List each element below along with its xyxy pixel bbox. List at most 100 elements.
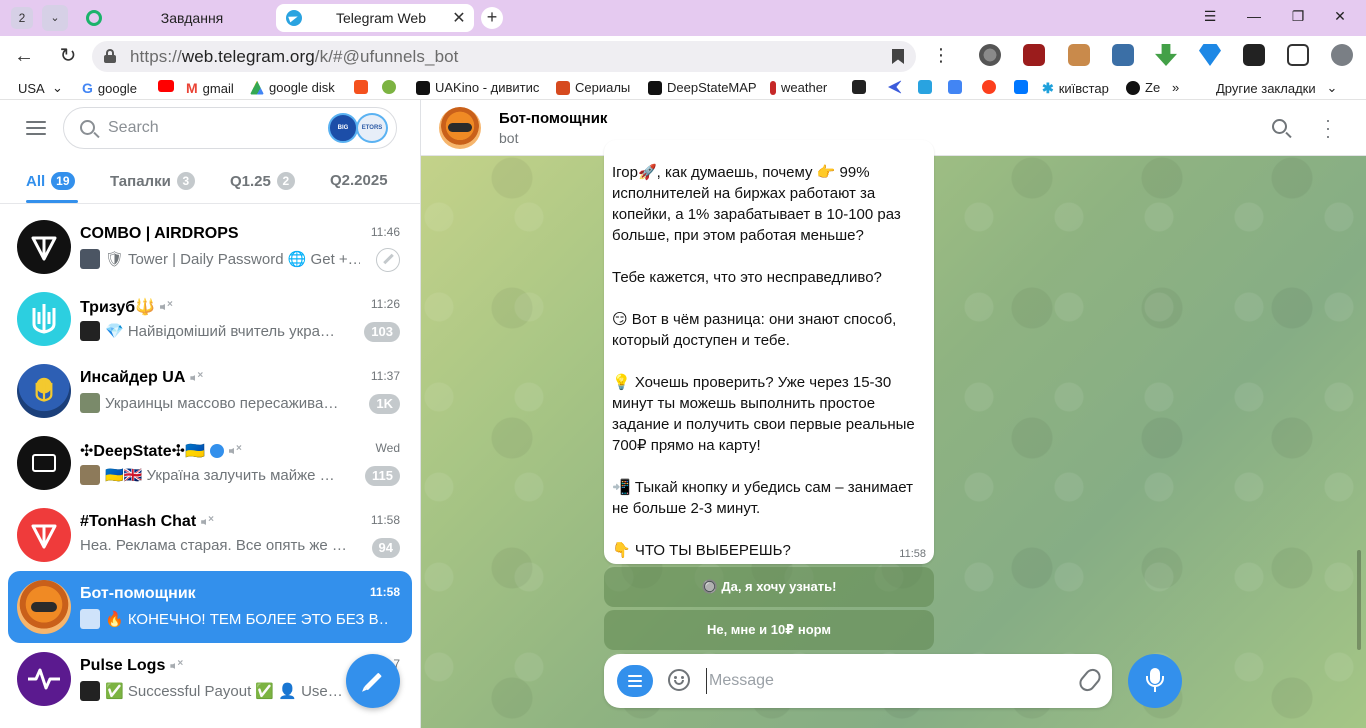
chat-row-insider-ua[interactable]: Инсайдер UA 11:37 Украинцы массово перес… — [8, 355, 412, 427]
bookmark-ze[interactable]: Ze — [1126, 80, 1160, 95]
close-window-icon[interactable]: ✕ — [1330, 8, 1350, 25]
bookmark-youtube[interactable] — [158, 80, 179, 92]
bookmark-icon[interactable] — [892, 49, 904, 64]
bookmark-other[interactable]: Другие закладки ⌄ — [1216, 80, 1337, 96]
unread-badge: 115 — [365, 466, 400, 486]
search-icon — [80, 120, 95, 135]
unread-badge: 1K — [369, 394, 400, 414]
diamond-extension-icon[interactable] — [1199, 44, 1221, 66]
cookie-extension-icon[interactable] — [1068, 44, 1090, 66]
chat-subtitle: bot — [499, 130, 519, 146]
muted-icon — [190, 370, 204, 383]
bookmark-uakino[interactable]: UAKino - дивитис — [416, 80, 539, 95]
chat-name: COMBO | AIRDROPS — [80, 225, 239, 242]
bookmark-translate[interactable] — [948, 80, 967, 94]
chat-row-tonhash[interactable]: #TonHash Chat 11:58 Hea. Реклама старая.… — [8, 499, 412, 571]
tab-q1-25[interactable]: Q1.25 2 — [230, 172, 295, 190]
restore-icon[interactable]: ❐ — [1288, 8, 1308, 25]
bookmark-star[interactable] — [382, 80, 401, 94]
youtube-icon — [158, 80, 174, 92]
chat-preview: 🇺🇦🇬🇧 Україна залучить майже … — [80, 465, 360, 485]
search-story-avatars[interactable]: ETORS BIG — [328, 113, 390, 143]
vpn-extension-icon[interactable] — [979, 44, 1001, 66]
muted-icon — [160, 299, 174, 312]
chat-time: Wed — [375, 441, 400, 455]
close-tab-icon[interactable]: ✕ — [448, 8, 470, 28]
back-button[interactable]: ← — [12, 44, 36, 68]
chat-row-bot-pomoshchnik[interactable]: Бот-помощник 11:58 🔥 КОНЕЧНО! ТЕМ БОЛЕЕ … — [8, 571, 412, 643]
tab-list-chevron-icon[interactable]: ⌄ — [42, 5, 68, 31]
browser-menu-icon[interactable]: ☰ — [1200, 8, 1220, 25]
inline-button-yes[interactable]: 🔘 Да, я хочу узнать! — [604, 567, 934, 607]
bookmark-p[interactable] — [918, 80, 937, 94]
bookmark-f[interactable] — [354, 80, 373, 94]
bookmark-google[interactable]: Ggoogle — [82, 80, 137, 96]
yandex-icon — [982, 80, 996, 94]
chat-row-deepstate[interactable]: ✣DeepState✣🇺🇦 Wed 🇺🇦🇬🇧 Україна залучить … — [8, 427, 412, 499]
bookmarks-bar: USA ⌄ Ggoogle Mgmail google disk UAKino … — [0, 76, 1366, 100]
tab-all[interactable]: All 19 — [26, 172, 75, 190]
arrow-extension-icon[interactable] — [1243, 44, 1265, 66]
inline-button-no[interactable]: Не, мне и 10₽ норм — [604, 610, 934, 650]
avatar[interactable] — [439, 107, 481, 149]
new-message-button[interactable] — [346, 654, 400, 708]
chat-name: Бот-помощник — [80, 585, 196, 602]
bookmark-deepstatemap[interactable]: DeepStateMAP — [648, 80, 757, 95]
vk-icon — [1014, 80, 1028, 94]
bookmark-yandex[interactable] — [982, 80, 1001, 94]
tab-telegram-web[interactable]: Telegram Web ✕ — [276, 4, 474, 32]
more-vertical-icon[interactable]: · · · — [1323, 111, 1333, 145]
bookmark-serialy[interactable]: Сериалы — [556, 80, 630, 95]
address-bar-row: ← ↻ https://web.telegram.org/k/#@ufunnel… — [0, 36, 1366, 76]
chat-name: #TonHash Chat — [80, 513, 215, 531]
more-vertical-icon[interactable]: ⋮ — [932, 46, 950, 64]
minimize-icon[interactable]: — — [1244, 8, 1264, 24]
verified-icon — [209, 444, 224, 458]
message-input[interactable] — [706, 668, 1066, 694]
extension-icon[interactable] — [1112, 44, 1134, 66]
tab-q2-2025[interactable]: Q2.2025 — [330, 172, 388, 189]
new-tab-button[interactable]: + — [481, 7, 503, 29]
chat-name: Pulse Logs — [80, 657, 184, 675]
bookmark-kaspi[interactable] — [888, 80, 907, 94]
trident-icon — [32, 304, 56, 334]
bookmarks-overflow[interactable]: » — [1172, 80, 1179, 95]
download-icon[interactable] — [1155, 44, 1177, 66]
bot-menu-button[interactable] — [617, 665, 653, 697]
voice-record-button[interactable] — [1128, 654, 1182, 708]
bookmark-kyivstar[interactable]: ✱ київстар — [1042, 80, 1109, 97]
overflow-icon: » — [1172, 80, 1180, 95]
message-time: 11:58 — [899, 548, 926, 560]
incoming-message: Ігор🚀, как думаешь, почему 👉 99% исполни… — [604, 140, 934, 564]
search-input[interactable]: Search ETORS BIG — [63, 107, 397, 149]
search-icon[interactable] — [1272, 119, 1287, 134]
bookmark-vk[interactable] — [1014, 80, 1033, 94]
chat-row-combo-airdrops[interactable]: COMBO | AIRDROPS 11:46 🛡 Tower | Daily P… — [8, 211, 412, 283]
tab-zavdannya[interactable]: Завдання — [80, 4, 270, 32]
media-thumbnail — [80, 393, 100, 413]
uakino-icon — [416, 80, 430, 95]
main-menu-icon[interactable] — [26, 121, 46, 135]
chevron-down-icon: ⌄ — [1326, 80, 1338, 95]
bookmark-gmail[interactable]: Mgmail — [186, 80, 234, 96]
emoji-icon[interactable] — [668, 669, 690, 691]
folder-count: 2 — [276, 172, 295, 190]
chat-time: 11:58 — [369, 585, 400, 599]
tab-count-badge[interactable]: 2 — [11, 7, 33, 29]
bookmark-google-disk[interactable]: google disk — [250, 80, 335, 95]
reload-button[interactable]: ↻ — [56, 44, 80, 68]
paperclip-icon[interactable] — [1076, 665, 1104, 695]
chat-row-tryzub[interactable]: Тризуб🔱 11:26 💎 Найвідоміший вчитель укр… — [8, 283, 412, 355]
profile-icon[interactable] — [1331, 44, 1353, 66]
ublock-icon[interactable] — [1023, 44, 1045, 66]
tab-tapalki[interactable]: Тапалки 3 — [110, 172, 195, 190]
scrollbar[interactable] — [1357, 550, 1361, 650]
media-thumbnail — [80, 609, 100, 629]
bookmark-usa[interactable]: USA ⌄ — [18, 80, 63, 96]
ton-icon — [31, 524, 57, 549]
avatar — [17, 292, 71, 346]
puzzle-icon[interactable] — [1287, 44, 1309, 66]
bookmark-bc[interactable] — [852, 80, 871, 94]
url-field[interactable]: https://web.telegram.org/k/#@ufunnels_bo… — [92, 41, 916, 72]
bookmark-weather[interactable]: weather — [770, 80, 827, 95]
